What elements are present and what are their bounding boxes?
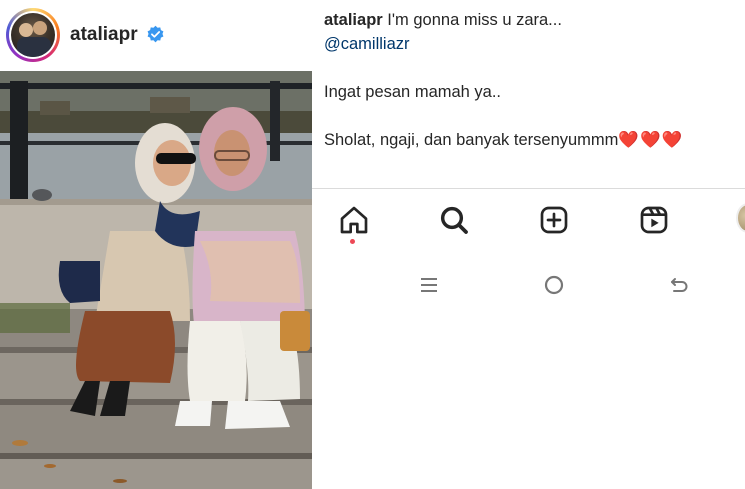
notification-dot [350,239,355,244]
nav-search[interactable] [436,202,472,238]
system-nav-bar [312,268,745,300]
caption-hearts: ❤️❤️❤️ [618,131,684,149]
post-header: ataliapr [0,0,312,70]
system-home-button[interactable] [541,272,567,298]
back-button[interactable] [666,272,692,298]
nav-home[interactable] [336,202,372,238]
post-caption: ataliapr I'm gonna miss u zara... @camil… [324,8,744,152]
profile-avatar[interactable] [6,8,60,62]
avatar-image [11,13,55,57]
caption-username[interactable]: ataliapr [324,11,383,29]
recents-button[interactable] [416,272,442,298]
photo-illustration [0,71,312,489]
caption-line3: Sholat, ngaji, dan banyak tersenyummm [324,131,619,149]
bottom-nav [312,196,745,248]
caption-line1: I'm gonna miss u zara... [387,11,562,29]
caption-line2: Ingat pesan mamah ya.. [324,83,502,101]
nav-create[interactable] [536,202,572,238]
reels-icon [640,206,668,234]
caption-panel: ataliapr I'm gonna miss u zara... @camil… [312,0,745,489]
plus-square-icon [540,206,568,234]
divider [312,188,745,189]
search-icon [440,206,468,234]
post-username[interactable]: ataliapr [70,24,138,46]
circle-icon [544,275,564,295]
post-panel: ataliapr [0,0,312,489]
caption-mention[interactable]: @camilliazr [324,32,744,56]
nav-reels[interactable] [636,202,672,238]
menu-lines-icon [421,278,437,292]
verified-badge-icon [147,25,164,43]
home-icon [340,206,368,234]
post-photo[interactable] [0,71,312,489]
back-arrow-icon [671,278,688,292]
